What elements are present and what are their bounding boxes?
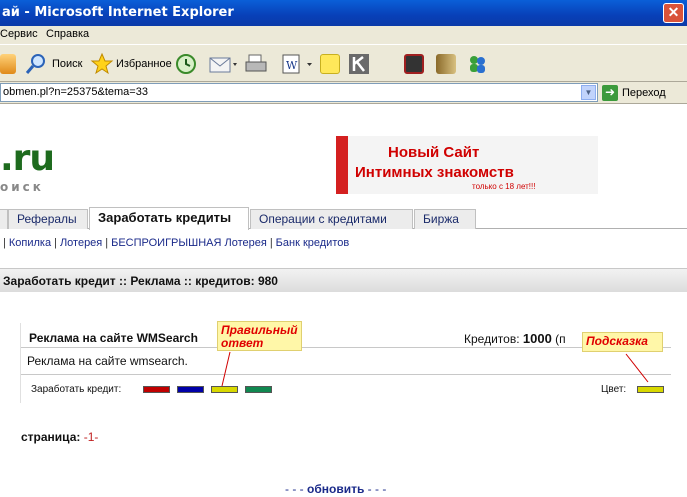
banner-line2: Интимных знакомств [355, 164, 514, 181]
go-arrow-icon: ➜ [602, 85, 618, 101]
subnav-separator: | [3, 237, 6, 249]
section-header: Заработать кредит :: Реклама :: кредитов… [0, 268, 687, 292]
window-title: ай - Microsoft Internet Explorer [2, 5, 234, 20]
credits-suffix: (п [555, 332, 566, 346]
subnav-winning-lottery[interactable]: БЕСПРОИГРЫШНАЯ Лотерея [111, 237, 267, 249]
ad-description: Реклама на сайте wmsearch. [27, 354, 188, 368]
messenger-button[interactable] [466, 52, 488, 76]
menu-help[interactable]: Справка [46, 28, 89, 40]
banner-stripe [336, 136, 348, 194]
credits-label: Кредитов: [464, 332, 520, 346]
history-icon [176, 54, 196, 74]
earn-credit-label: Заработать кредит: [31, 384, 122, 395]
logo-subtitle: оиск [0, 180, 44, 194]
tab-referrals[interactable]: Рефералы [8, 209, 88, 229]
sub-nav: | Копилка | Лотерея | БЕСПРОИГРЫШНАЯ Лотерея |… [0, 237, 349, 249]
subnav-separator: | [105, 237, 109, 249]
go-button[interactable]: ➜ Переход [602, 84, 666, 102]
page-number[interactable]: -1- [84, 430, 99, 444]
banner-line1: Новый Сайт [388, 144, 480, 161]
refresh-suffix: - - - [367, 482, 387, 496]
print-button[interactable] [244, 52, 268, 76]
tab-edge [0, 209, 8, 229]
home-icon [0, 54, 16, 74]
notes-button[interactable] [320, 52, 340, 76]
printer-icon [245, 54, 267, 72]
svg-text:W: W [286, 59, 298, 72]
subnav-credit-bank[interactable]: Банк кредитов [276, 237, 350, 249]
k-icon [349, 54, 369, 74]
banner-ad[interactable]: Новый Сайт Интимных знакомств только с 1… [336, 136, 598, 194]
k-button[interactable] [348, 52, 370, 76]
subnav-piggybank[interactable]: Копилка [9, 237, 51, 249]
correct-answer-callout: Правильный ответ [217, 321, 302, 351]
hint-callout: Подсказка [582, 332, 663, 352]
hint-color-swatch [637, 386, 664, 393]
star-icon [90, 52, 114, 75]
refresh-prefix: - - - [285, 482, 304, 496]
subnav-separator: | [54, 237, 57, 249]
mail-button[interactable] [208, 52, 238, 76]
tab-earn-credits[interactable]: Заработать кредиты [89, 207, 249, 230]
media-button[interactable] [436, 52, 456, 76]
tab-exchange[interactable]: Биржа [414, 209, 476, 229]
research-icon [404, 54, 424, 74]
refresh-row: - - - обновить - - - [285, 482, 386, 496]
tab-credit-operations[interactable]: Операции с кредитами [250, 209, 413, 229]
search-button[interactable]: Поиск [24, 52, 82, 76]
tab-bar: Рефералы Заработать кредиты Операции с к… [0, 207, 687, 230]
word-icon: W [282, 54, 312, 74]
banner-line3: только с 18 лет!!! [472, 182, 536, 191]
note-icon [320, 54, 340, 74]
messenger-icon [470, 56, 485, 73]
address-input[interactable]: obmen.pl?n=25375&tema=33 ▼ [0, 83, 598, 102]
chevron-down-icon[interactable]: ▼ [581, 85, 596, 100]
subnav-lottery[interactable]: Лотерея [60, 237, 102, 249]
home-button[interactable] [0, 52, 16, 76]
media-icon [436, 54, 456, 74]
toolbar: Поиск Избранное W [0, 44, 687, 82]
edit-button[interactable]: W [280, 52, 314, 76]
search-label: Поиск [52, 58, 83, 70]
address-url: obmen.pl?n=25375&tema=33 [3, 86, 148, 98]
logo-text: .ru [0, 138, 55, 179]
color-button-red[interactable] [143, 386, 170, 393]
page-label: страница: [21, 430, 81, 444]
ad-credits: Кредитов: 1000 (п [464, 331, 566, 346]
menu-tools[interactable]: Сервис [0, 28, 38, 40]
favorites-button[interactable]: Избранное [90, 52, 172, 76]
color-button-green[interactable] [245, 386, 272, 393]
favorites-label: Избранное [116, 58, 172, 70]
callout-pointer [221, 351, 231, 387]
mail-icon [209, 57, 237, 73]
menu-bar: Сервис Справка [0, 26, 687, 44]
close-button[interactable]: ✕ [663, 3, 684, 23]
history-button[interactable] [174, 52, 198, 76]
credits-value: 1000 [522, 331, 552, 346]
pagination: страница: -1- [21, 430, 98, 444]
refresh-link[interactable]: обновить [307, 482, 364, 496]
search-icon [25, 54, 45, 74]
ad-title: Реклама на сайте WMSearch [29, 331, 198, 345]
divider [21, 347, 671, 348]
research-button[interactable] [404, 52, 424, 76]
site-logo[interactable]: .ru оиск [0, 138, 55, 194]
callout-pointer [625, 353, 649, 383]
title-bar: ай - Microsoft Internet Explorer ✕ [0, 0, 687, 26]
address-bar: obmen.pl?n=25375&tema=33 ▼ ➜ Переход [0, 82, 687, 104]
section-title: Заработать кредит :: Реклама :: кредитов… [3, 274, 278, 288]
ad-box: Реклама на сайте WMSearch Кредитов: 1000… [20, 323, 671, 403]
subnav-separator: | [269, 237, 273, 249]
go-label: Переход [622, 87, 666, 99]
divider [21, 374, 671, 375]
